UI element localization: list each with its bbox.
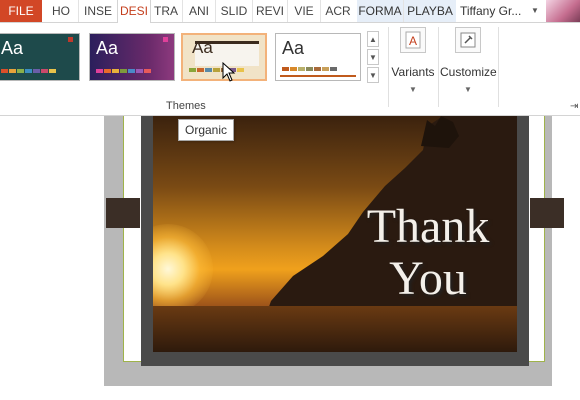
user-account[interactable]: Tiffany Gr... ▼ (460, 0, 542, 22)
theme-accent-mark (163, 37, 168, 42)
tab-file[interactable]: FILE (0, 0, 42, 22)
theme-color-swatches (1, 69, 56, 73)
themes-group-label: Themes (166, 100, 206, 112)
variants-icon: A (400, 27, 426, 53)
chevron-down-icon: ▼ (531, 6, 539, 15)
divider (498, 27, 499, 107)
tab-design[interactable]: DESI (117, 0, 151, 23)
theme-sample-text: Aa (1, 38, 24, 58)
tab-transitions[interactable]: TRA (150, 0, 183, 22)
theme-sample-text: Aa (96, 38, 119, 58)
tab-review[interactable]: REVI (253, 0, 288, 22)
theme-sample-text: Aa (282, 38, 305, 58)
tab-slideshow[interactable]: SLID (216, 0, 253, 22)
divider (438, 27, 439, 107)
tab-animations[interactable]: ANI (183, 0, 216, 22)
customize-label: Customize (440, 65, 497, 79)
picture-frame-left-tab (106, 198, 140, 228)
theme-tooltip: Organic (178, 119, 235, 141)
theme-thumbnail-1[interactable]: Aa (0, 33, 80, 81)
svg-text:A: A (409, 34, 417, 48)
ribbon-design: Aa Aa Aa Aa ▲ ▼ ▼ Themes A Variants ▼ Cu… (0, 23, 580, 116)
chevron-up-icon: ▲ (369, 35, 377, 44)
user-name: Tiffany Gr... (460, 4, 522, 18)
variants-label: Variants (391, 65, 435, 79)
gallery-scroll-up-button[interactable]: ▲ (367, 31, 379, 47)
gallery-more-button[interactable]: ▼ (367, 67, 379, 83)
chevron-down-icon: ▼ (409, 85, 417, 94)
tab-view[interactable]: VIE (288, 0, 321, 22)
more-icon: ▼ (369, 71, 377, 80)
theme-thumbnail-2[interactable]: Aa (89, 33, 175, 81)
slide-title-line-1: Thank (366, 200, 490, 253)
customize-icon (455, 27, 481, 53)
chevron-down-icon: ▼ (369, 53, 377, 62)
slide-photo[interactable]: Thank You (153, 116, 517, 352)
tab-playback[interactable]: PLAYBA (404, 0, 456, 22)
slide-editing-area: Thank You (0, 116, 580, 400)
sea-graphic (153, 306, 517, 352)
gallery-scroll-down-button[interactable]: ▼ (367, 49, 379, 65)
chevron-down-icon: ▼ (464, 85, 472, 94)
theme-accent-mark (68, 37, 73, 42)
theme-accent-bar (280, 75, 356, 77)
ribbon-tab-bar: FILE HO INSE DESI TRA ANI SLID REVI VIE … (0, 0, 580, 23)
divider (388, 27, 389, 107)
slide-title-line-2: You (389, 252, 467, 305)
theme-thumbnail-4[interactable]: Aa (275, 33, 361, 81)
theme-color-swatches (96, 69, 151, 73)
theme-color-swatches (282, 67, 337, 71)
tab-home[interactable]: HO (44, 0, 79, 22)
tab-format[interactable]: FORMA (357, 0, 404, 22)
collapse-ribbon-icon[interactable]: ⇥ (570, 101, 578, 112)
theme-sample-text: Aa (192, 38, 213, 57)
customize-button[interactable]: Customize ▼ (440, 27, 497, 94)
tab-insert[interactable]: INSE (79, 0, 118, 22)
variants-button[interactable]: A Variants ▼ (390, 27, 436, 94)
picture-frame-right-tab (530, 198, 564, 228)
avatar[interactable] (546, 0, 580, 22)
slide-title-text[interactable]: Thank You (343, 201, 513, 305)
tab-acrobat[interactable]: ACR (321, 0, 355, 22)
mouse-cursor-icon (222, 62, 236, 82)
